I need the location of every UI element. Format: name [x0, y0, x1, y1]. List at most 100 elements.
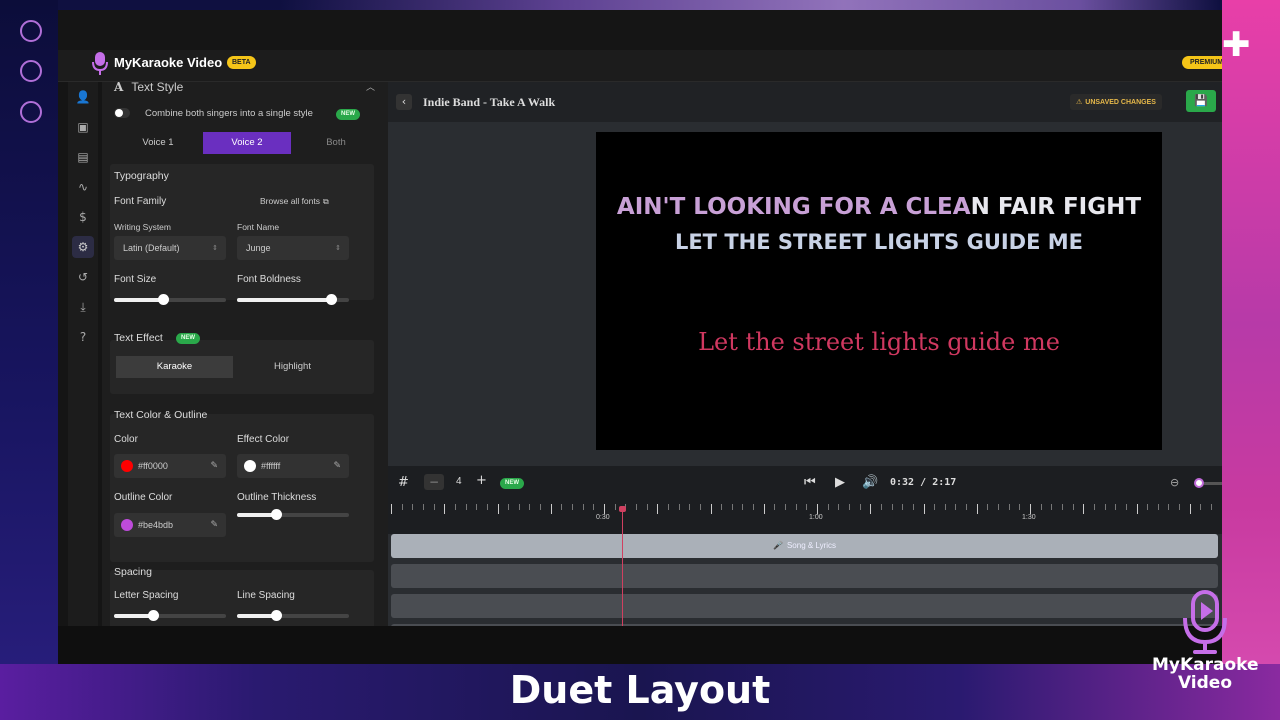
writing-system-select[interactable]: Latin (Default) ⇕: [114, 236, 226, 260]
zoom-out-icon[interactable]: ⊖: [1170, 476, 1179, 489]
ruler-tick: [976, 504, 978, 514]
pencil-icon[interactable]: ✎: [333, 454, 341, 478]
ruler-tick: [1157, 504, 1159, 510]
app-title: MyKaraoke Video: [114, 55, 223, 70]
text-style-icon: A: [114, 82, 124, 94]
color-swatch[interactable]: [121, 460, 133, 472]
slider-thumb[interactable]: [271, 610, 283, 621]
slider-fill: [237, 298, 332, 302]
tab-both[interactable]: Both: [292, 132, 380, 154]
voice-2-track[interactable]: [391, 594, 1218, 618]
ruler-tick: [1040, 504, 1042, 510]
line-spacing-slider[interactable]: [237, 610, 349, 621]
effect-highlight-button[interactable]: Highlight: [234, 356, 351, 378]
font-name-label: Font Name: [237, 222, 280, 232]
color-field[interactable]: #ff0000 ✎: [114, 454, 226, 478]
volume-icon[interactable]: 🔊: [862, 475, 878, 490]
panel-title-label: Text Style: [131, 82, 184, 94]
total-time: 2:17: [932, 477, 957, 488]
font-size-label: Font Size: [114, 274, 157, 285]
browse-fonts-link[interactable]: Browse all fonts ⧉: [260, 196, 329, 207]
decrement-button[interactable]: −: [424, 474, 444, 490]
ruler-tick: [422, 504, 424, 510]
image-icon[interactable]: ▣: [72, 116, 94, 138]
ruler-tick: [955, 504, 957, 510]
slider-thumb[interactable]: [148, 610, 160, 621]
font-name-select[interactable]: Junge ⇕: [237, 236, 349, 260]
waveform-icon[interactable]: ∿: [72, 176, 94, 198]
increment-button[interactable]: +: [476, 473, 487, 488]
new-badge: NEW: [176, 333, 200, 344]
outline-color-swatch[interactable]: [121, 519, 133, 531]
microphone-logo-icon: [92, 52, 108, 75]
outline-thickness-slider[interactable]: [237, 509, 349, 520]
current-time: 0:32: [890, 477, 915, 488]
zoom-slider-thumb[interactable]: [1194, 478, 1204, 488]
effect-color-field[interactable]: #ffffff ✎: [237, 454, 349, 478]
ruler-tick: [1125, 504, 1127, 510]
ruler-tick: [550, 504, 552, 514]
editor-area: ‹ Indie Band - Take A Walk ⚠ UNSAVED CHAN…: [388, 82, 1222, 630]
sidebar-icon-rail: 👤 ▣ ▤ ∿ $ ⚙ ↺ ⤓ ?: [68, 82, 98, 626]
spacing-card: Spacing Letter Spacing Line Spacing: [110, 566, 374, 626]
line-spacing-label: Line Spacing: [237, 590, 295, 601]
grid-icon[interactable]: #: [398, 475, 409, 490]
ruler-tick: [987, 504, 989, 510]
ruler-tick: [870, 504, 872, 514]
skip-back-icon[interactable]: ⏮: [804, 475, 816, 490]
slider-thumb[interactable]: [271, 509, 283, 520]
chevron-updown-icon: ⇕: [335, 244, 341, 252]
pencil-icon[interactable]: ✎: [210, 454, 218, 478]
brand-line-2: Video: [1177, 673, 1233, 693]
letter-spacing-slider[interactable]: [114, 610, 226, 621]
pencil-icon[interactable]: ✎: [210, 513, 218, 537]
voice-1-track[interactable]: [391, 564, 1218, 588]
color-outline-title: Text Color & Outline: [114, 409, 208, 421]
font-family-label: Font Family: [114, 196, 167, 207]
gear-icon[interactable]: ⚙: [72, 236, 94, 258]
font-boldness-label: Font Boldness: [237, 274, 301, 285]
play-icon[interactable]: ▶: [835, 475, 845, 490]
combine-toggle[interactable]: [114, 108, 130, 118]
film-icon[interactable]: ▤: [72, 146, 94, 168]
effect-karaoke-button[interactable]: Karaoke: [116, 356, 233, 378]
color-outline-card: Text Color & Outline Color Effect Color …: [110, 409, 374, 562]
ruler-tick: [923, 504, 925, 514]
font-boldness-slider[interactable]: [237, 294, 349, 305]
history-icon[interactable]: ↺: [72, 266, 94, 288]
effect-color-swatch[interactable]: [244, 460, 256, 472]
ruler-tick: [699, 504, 701, 510]
tab-voice-1[interactable]: Voice 1: [114, 132, 202, 154]
slider-thumb[interactable]: [158, 294, 170, 305]
back-button[interactable]: ‹: [396, 94, 412, 110]
text-effect-card: Text Effect NEW Karaoke Highlight: [110, 332, 374, 394]
font-size-slider[interactable]: [114, 294, 226, 305]
outline-color-field[interactable]: #be4bdb ✎: [114, 513, 226, 537]
person-icon[interactable]: 👤: [72, 86, 94, 108]
premium-badge[interactable]: PREMIUM: [1182, 56, 1222, 69]
save-button[interactable]: 💾: [1186, 90, 1216, 112]
ruler-tick: [912, 504, 914, 510]
help-icon[interactable]: ?: [72, 326, 94, 348]
ruler-tick: [657, 504, 659, 514]
playhead[interactable]: [619, 506, 626, 626]
video-preview[interactable]: AIN'T LOOKING FOR A CLEAN FAIR FIGHT LET…: [596, 132, 1162, 450]
chevron-up-icon[interactable]: ︿: [366, 82, 375, 93]
zoom-slider-track[interactable]: [1204, 482, 1222, 485]
ruler-tick: [763, 504, 765, 514]
slider-thumb[interactable]: [326, 294, 338, 305]
tab-voice-2[interactable]: Voice 2: [203, 132, 291, 154]
ruler-tick: [998, 504, 1000, 510]
ruler-tick: [689, 504, 691, 510]
ruler-tick: [412, 504, 414, 510]
dollar-icon[interactable]: $: [72, 206, 94, 228]
ruler-tick: [753, 504, 755, 510]
download-icon[interactable]: ⤓: [72, 296, 94, 318]
song-lyrics-track[interactable]: 🎤 Song & Lyrics: [391, 534, 1218, 558]
voice-tabs: Voice 1 Voice 2 Both: [114, 132, 376, 154]
ruler-tick: [667, 504, 669, 510]
writing-system-label: Writing System: [114, 222, 171, 232]
ruler-tick: [934, 504, 936, 510]
ruler-tick: [944, 504, 946, 510]
ruler-tick: [1211, 504, 1213, 510]
